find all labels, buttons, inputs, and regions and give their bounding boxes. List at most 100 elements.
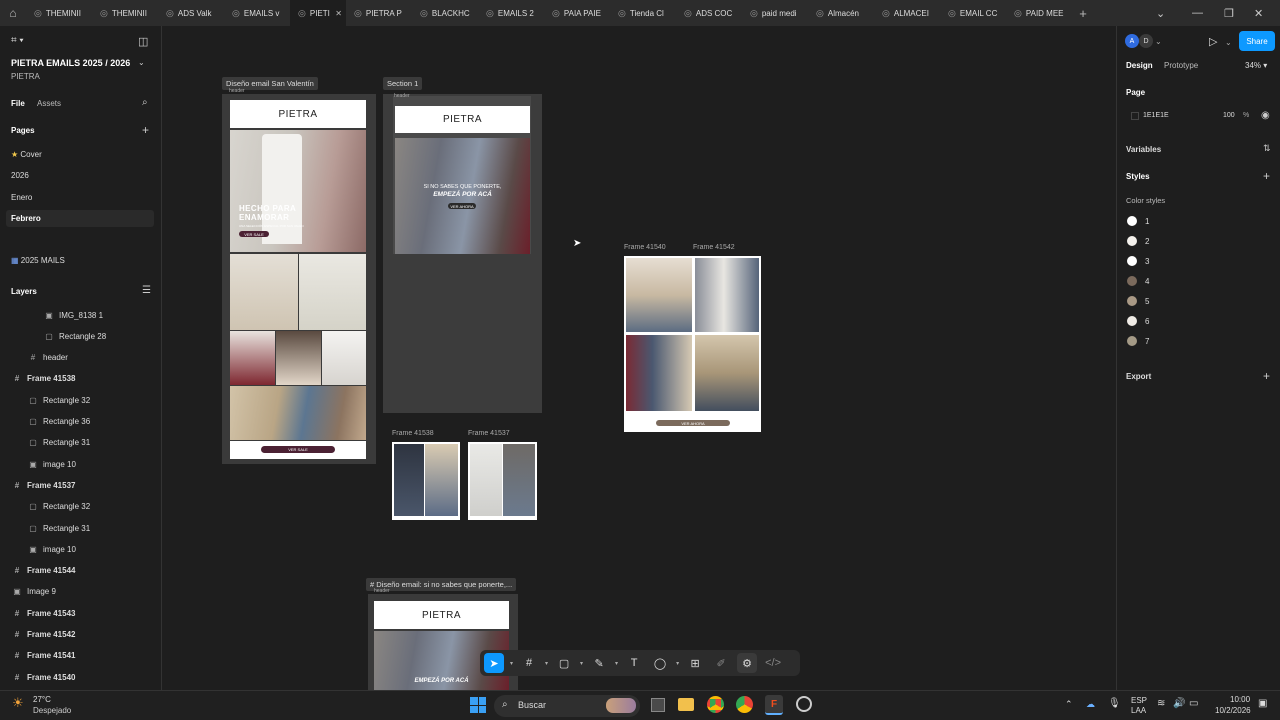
design-canvas[interactable]: Diseño email San Valentín header PIETRA … xyxy=(162,26,1116,690)
layer-item[interactable]: # Frame 41542 xyxy=(0,625,160,645)
page-item-2026[interactable]: 2026 xyxy=(11,171,29,180)
chevron-down-icon[interactable]: ▾ xyxy=(676,660,679,667)
add-page-icon[interactable]: + xyxy=(142,123,149,137)
browser-tab[interactable]: ◎ BLACKHC xyxy=(412,0,478,26)
figma-icon[interactable]: F xyxy=(765,695,783,715)
browser-tab[interactable]: ◎ EMAIL CC xyxy=(940,0,1006,26)
layer-item[interactable]: ▢ Rectangle 32 xyxy=(0,390,160,410)
browser-tab[interactable]: ◎ PIETI ✕ xyxy=(290,0,346,26)
browser-tab[interactable]: ◎ paid medi xyxy=(742,0,808,26)
chevron-down-icon[interactable]: ⌄ xyxy=(1156,0,1165,26)
layer-item[interactable]: ▣ image 10 xyxy=(0,539,160,559)
layer-item[interactable]: ▢ Rectangle 28 xyxy=(0,326,160,346)
grid-cta-button[interactable]: VER AHORA xyxy=(656,420,730,426)
keyboard-lang-2[interactable]: LAA xyxy=(1131,706,1146,715)
comment-tool-icon[interactable]: ◯ xyxy=(650,653,670,673)
tab-design[interactable]: Design xyxy=(1126,61,1153,70)
add-export-icon[interactable]: + xyxy=(1263,369,1270,383)
layer-item[interactable]: # Frame 41543 xyxy=(0,603,160,623)
color-style-item[interactable]: 2 xyxy=(1127,236,1149,246)
keyboard-lang-1[interactable]: ESP xyxy=(1131,696,1147,705)
layer-item[interactable]: # Frame 41544 xyxy=(0,561,160,581)
home-icon[interactable]: ⌂ xyxy=(0,0,26,26)
color-style-item[interactable]: 1 xyxy=(1127,216,1149,226)
layer-item[interactable]: ▢ Rectangle 36 xyxy=(0,412,160,432)
main-menu-icon[interactable]: ⌗ ▾ xyxy=(11,35,24,46)
export-heading[interactable]: Export xyxy=(1126,372,1151,381)
move-tool-icon[interactable]: ➤ xyxy=(484,653,504,673)
chevron-down-icon[interactable]: ▾ xyxy=(615,660,618,667)
browser-tab[interactable]: ◎ ALMACEI xyxy=(874,0,940,26)
browser-tab[interactable]: ◎ PIETRA P xyxy=(346,0,412,26)
page-opacity-value[interactable]: 100 xyxy=(1223,112,1235,119)
layer-item[interactable]: ▣ Image 9 xyxy=(0,582,160,602)
hero-cta-button[interactable]: VER SALE xyxy=(239,231,269,237)
layer-item[interactable]: # Frame 41541 xyxy=(0,646,160,666)
design-mode-icon[interactable]: ⚙ xyxy=(737,653,758,673)
actions-tool-icon[interactable]: ⊞ xyxy=(685,653,705,673)
tab-prototype[interactable]: Prototype xyxy=(1164,61,1198,70)
chevron-down-icon[interactable]: ⌄ xyxy=(1225,38,1232,47)
browser-tab[interactable]: ◎ PAIA PAIE xyxy=(544,0,610,26)
tab-assets[interactable]: Assets xyxy=(37,99,61,108)
clock-time[interactable]: 10:00 xyxy=(1230,695,1250,704)
page-item-2025-mails[interactable]: ▦ 2025 MAILS xyxy=(11,256,65,265)
task-view-icon[interactable] xyxy=(651,698,665,712)
chevron-down-icon[interactable]: ▾ xyxy=(510,660,513,667)
sidebar-toggle-icon[interactable]: ◫ xyxy=(138,35,148,48)
tab-file[interactable]: File xyxy=(11,99,25,108)
frame-tool-icon[interactable]: # xyxy=(519,653,539,673)
notification-icon[interactable]: ▣ xyxy=(1258,698,1267,709)
browser-tab[interactable]: ◎ PAID MEE xyxy=(1006,0,1072,26)
layer-item[interactable]: # Frame 41538 xyxy=(0,369,160,389)
weather-temp[interactable]: 27°C xyxy=(33,695,51,704)
minimize-button[interactable]: — xyxy=(1192,0,1203,26)
wifi-icon[interactable]: ≋ xyxy=(1157,698,1165,709)
browser-tab[interactable]: ◎ THEMINII xyxy=(26,0,92,26)
section-hero-button[interactable]: VER AHORA xyxy=(448,203,476,209)
file-explorer-icon[interactable] xyxy=(678,698,694,711)
page-item-febrero[interactable]: Febrero xyxy=(11,214,41,223)
color-style-item[interactable]: 4 xyxy=(1127,276,1149,286)
search-icon[interactable]: ⌕ xyxy=(142,97,148,108)
windows-start-icon[interactable] xyxy=(470,697,486,713)
browser-tab[interactable]: ◎ THEMINII xyxy=(92,0,158,26)
volume-icon[interactable]: 🔊 xyxy=(1173,698,1185,709)
text-tool-icon[interactable]: T xyxy=(624,653,644,673)
chevron-down-icon[interactable]: ⌄ xyxy=(138,58,145,67)
layers-options-icon[interactable]: ☰ xyxy=(142,285,151,296)
color-style-item[interactable]: 3 xyxy=(1127,256,1149,266)
color-style-item[interactable]: 7 xyxy=(1127,336,1149,346)
add-style-icon[interactable]: + xyxy=(1263,169,1270,183)
frame-label-41537[interactable]: Frame 41537 xyxy=(468,430,510,437)
frame-label-41538[interactable]: Frame 41538 xyxy=(392,430,434,437)
layer-item[interactable]: ▣ image 10 xyxy=(0,454,160,474)
maximize-button[interactable]: ❐ xyxy=(1224,0,1234,26)
section-label[interactable]: Section 1 xyxy=(383,77,423,90)
color-style-item[interactable]: 5 xyxy=(1127,296,1149,306)
color-style-item[interactable]: 6 xyxy=(1127,316,1149,326)
onedrive-icon[interactable]: ☁ xyxy=(1086,699,1095,710)
chevron-down-icon[interactable]: ▾ xyxy=(580,660,583,667)
eye-icon[interactable]: ◉ xyxy=(1261,110,1270,121)
chrome-profile-icon[interactable] xyxy=(736,696,753,713)
browser-tab[interactable]: ◎ Tienda Cl xyxy=(610,0,676,26)
present-play-icon[interactable]: ▷ xyxy=(1209,35,1217,48)
weather-icon[interactable]: ☀ xyxy=(12,695,24,711)
chevron-up-icon[interactable]: ⌃ xyxy=(1065,699,1073,710)
layer-item[interactable]: # Frame 41537 xyxy=(0,475,160,495)
layer-item[interactable]: # Frame 41540 xyxy=(0,667,160,687)
chevron-down-icon[interactable]: ▾ xyxy=(545,660,548,667)
dev-mode-icon[interactable]: </> xyxy=(763,653,783,673)
battery-icon[interactable]: ▭ xyxy=(1189,698,1198,709)
variables-heading[interactable]: Variables xyxy=(1126,145,1161,154)
zoom-level[interactable]: 34% ▾ xyxy=(1245,61,1267,70)
page-item-enero[interactable]: Enero xyxy=(11,193,32,202)
page-color-swatch[interactable] xyxy=(1131,112,1139,120)
draw-mode-icon[interactable]: ✐ xyxy=(711,653,731,673)
close-tab-icon[interactable]: ✕ xyxy=(335,9,342,18)
browser-tab[interactable]: ◎ Almacén xyxy=(808,0,874,26)
close-window-button[interactable]: ✕ xyxy=(1254,0,1263,26)
weather-desc[interactable]: Despejado xyxy=(33,706,71,715)
footer-cta-button[interactable]: VER SALE xyxy=(261,446,335,453)
